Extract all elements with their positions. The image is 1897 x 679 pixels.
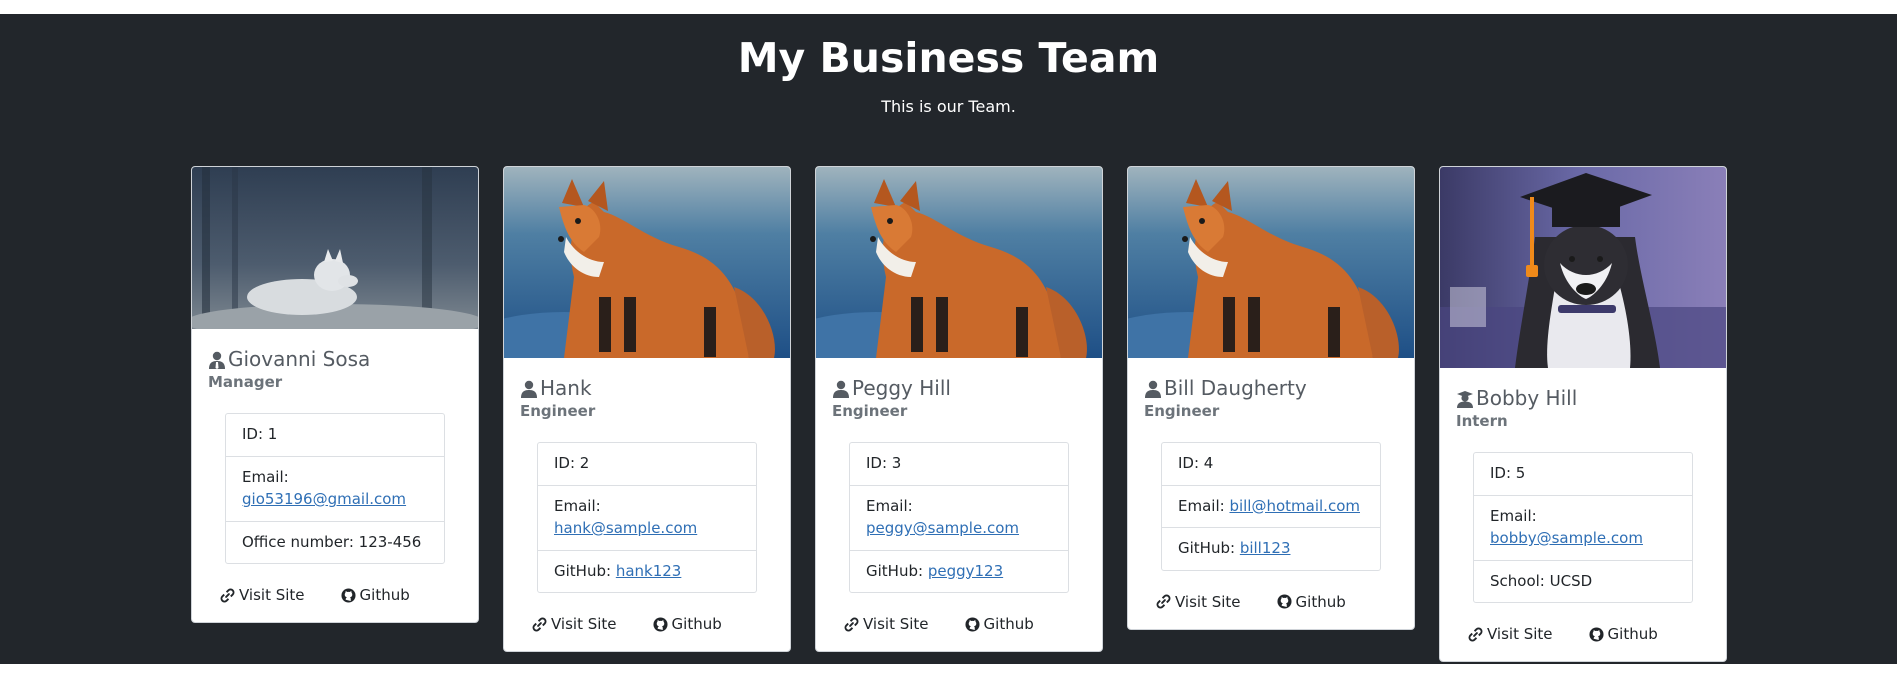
github-profile-link[interactable]: hank123 — [616, 562, 682, 580]
member-email: Email: gio53196@gmail.com — [226, 455, 444, 521]
page-subtitle: This is our Team. — [881, 97, 1016, 117]
red-fox-photo — [1128, 167, 1414, 358]
page-title: My Business Team — [737, 34, 1160, 82]
member-name: Bill Daugherty — [1164, 376, 1307, 400]
github-link[interactable]: Github — [1589, 625, 1658, 643]
engineer-icon — [520, 379, 538, 398]
email-link[interactable]: bill@hotmail.com — [1229, 497, 1360, 515]
card-links: Visit Site Github — [532, 615, 774, 633]
link-icon — [1468, 627, 1483, 641]
card-links: Visit Site Github — [220, 586, 462, 604]
card-links: Visit Site Github — [844, 615, 1086, 633]
engineer-icon — [1144, 379, 1162, 398]
link-icon — [220, 588, 235, 602]
white-wolf-photo — [192, 167, 478, 329]
member-name: Peggy Hill — [852, 376, 951, 400]
member-role: Intern — [1456, 412, 1508, 430]
member-info-list: ID: 3 Email: peggy@sample.com GitHub: pe… — [849, 442, 1069, 593]
team-card: Bobby Hill Intern ID: 5 Email: bobby@sam… — [1439, 166, 1727, 662]
member-info-list: ID: 1 Email: gio53196@gmail.com Office n… — [225, 413, 445, 564]
visit-site-link[interactable]: Visit Site — [220, 586, 305, 604]
husky-graduate-photo — [1440, 167, 1726, 368]
github-icon — [965, 616, 980, 632]
member-school: School: UCSD — [1474, 559, 1692, 603]
member-info-list: ID: 5 Email: bobby@sample.com School: UC… — [1473, 452, 1693, 603]
member-role: Manager — [208, 373, 283, 391]
member-name: Bobby Hill — [1476, 386, 1578, 410]
card-links: Visit Site Github — [1156, 593, 1398, 611]
header: My Business Team This is our Team. — [0, 14, 1897, 116]
email-link[interactable]: gio53196@gmail.com — [242, 490, 406, 508]
red-fox-photo — [816, 167, 1102, 358]
github-icon — [341, 587, 356, 603]
member-info-list: ID: 4 Email: bill@hotmail.com GitHub: bi… — [1161, 442, 1381, 571]
visit-site-link[interactable]: Visit Site — [532, 615, 617, 633]
github-link[interactable]: Github — [1277, 593, 1346, 611]
visit-site-link[interactable]: Visit Site — [844, 615, 929, 633]
github-icon — [1277, 594, 1292, 609]
member-office-number: Office number: 123-456 — [226, 520, 444, 564]
manager-icon — [208, 350, 226, 369]
github-profile-link[interactable]: peggy123 — [928, 562, 1003, 580]
github-profile-link[interactable]: bill123 — [1240, 539, 1291, 557]
member-email: Email: hank@sample.com — [538, 484, 756, 550]
email-link[interactable]: hank@sample.com — [554, 519, 697, 537]
member-github: GitHub: bill123 — [1162, 527, 1380, 570]
email-link[interactable]: peggy@sample.com — [866, 519, 1019, 537]
team-card: Bill Daugherty Engineer ID: 4 Email: bil… — [1127, 166, 1415, 630]
member-name: Giovanni Sosa — [228, 347, 371, 371]
red-fox-photo — [504, 167, 790, 358]
member-role: Engineer — [1144, 402, 1220, 420]
team-card: Giovanni Sosa Manager ID: 1 Email: gio53… — [191, 166, 479, 623]
member-id: ID: 5 — [1490, 464, 1526, 482]
team-card: Peggy Hill Engineer ID: 3 Email: peggy@s… — [815, 166, 1103, 652]
member-id: ID: 3 — [866, 454, 902, 472]
engineer-icon — [832, 379, 850, 398]
member-role: Engineer — [520, 402, 596, 420]
member-github: GitHub: peggy123 — [850, 549, 1068, 593]
link-icon — [844, 617, 859, 631]
graduate-icon — [1456, 389, 1474, 408]
visit-site-link[interactable]: Visit Site — [1156, 593, 1241, 611]
link-icon — [532, 617, 547, 631]
member-id: ID: 4 — [1178, 454, 1214, 472]
member-id: ID: 2 — [554, 454, 590, 472]
card-links: Visit Site Github — [1468, 625, 1710, 643]
member-email: Email: bobby@sample.com — [1474, 494, 1692, 560]
github-icon — [1589, 626, 1604, 642]
member-role: Engineer — [832, 402, 908, 420]
member-email: Email: bill@hotmail.com — [1162, 484, 1380, 528]
member-github: GitHub: hank123 — [538, 549, 756, 593]
team-card: Hank Engineer ID: 2 Email: hank@sample.c… — [503, 166, 791, 652]
github-link[interactable]: Github — [341, 586, 410, 604]
github-link[interactable]: Github — [653, 615, 722, 633]
team-cards: Giovanni Sosa Manager ID: 1 Email: gio53… — [191, 166, 1727, 662]
github-link[interactable]: Github — [965, 615, 1034, 633]
member-info-list: ID: 2 Email: hank@sample.com GitHub: han… — [537, 442, 757, 593]
email-link[interactable]: bobby@sample.com — [1490, 529, 1643, 547]
link-icon — [1156, 594, 1171, 609]
page-background: My Business Team This is our Team. Giova… — [0, 14, 1897, 664]
visit-site-link[interactable]: Visit Site — [1468, 625, 1553, 643]
member-id: ID: 1 — [242, 425, 278, 443]
member-name: Hank — [540, 376, 592, 400]
member-email: Email: peggy@sample.com — [850, 484, 1068, 550]
github-icon — [653, 616, 668, 632]
